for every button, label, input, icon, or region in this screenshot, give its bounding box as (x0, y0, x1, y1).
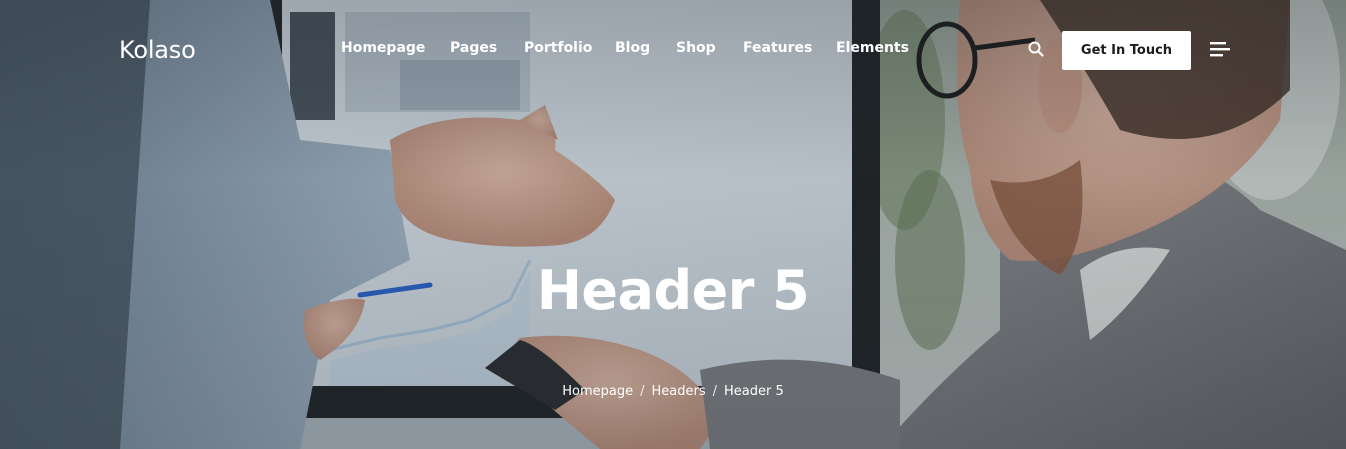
breadcrumb-item-headers[interactable]: Headers (652, 384, 706, 399)
breadcrumb-separator: / (712, 384, 717, 399)
page-title: Header 5 (536, 259, 810, 322)
search-icon[interactable] (1027, 40, 1045, 58)
nav-item-blog[interactable]: Blog (615, 40, 676, 56)
site-logo[interactable]: Kolaso (119, 36, 196, 64)
nav-item-pages[interactable]: Pages (450, 40, 524, 56)
breadcrumb: Homepage / Headers / Header 5 (0, 384, 1346, 399)
nav-item-features[interactable]: Features (743, 40, 836, 56)
breadcrumb-separator: / (640, 384, 645, 399)
nav-item-elements[interactable]: Elements (836, 40, 916, 56)
breadcrumb-item-homepage[interactable]: Homepage (562, 384, 633, 399)
main-navigation: Homepage Pages Portfolio Blog Shop Featu… (341, 40, 916, 56)
nav-item-portfolio[interactable]: Portfolio (524, 40, 615, 56)
breadcrumb-item-current: Header 5 (724, 384, 784, 399)
nav-item-homepage[interactable]: Homepage (341, 40, 450, 56)
hero-section: Kolaso Homepage Pages Portfolio Blog Sho… (0, 0, 1346, 449)
get-in-touch-button[interactable]: Get In Touch (1062, 31, 1191, 70)
nav-item-shop[interactable]: Shop (676, 40, 743, 56)
hamburger-menu-icon[interactable] (1210, 40, 1230, 58)
